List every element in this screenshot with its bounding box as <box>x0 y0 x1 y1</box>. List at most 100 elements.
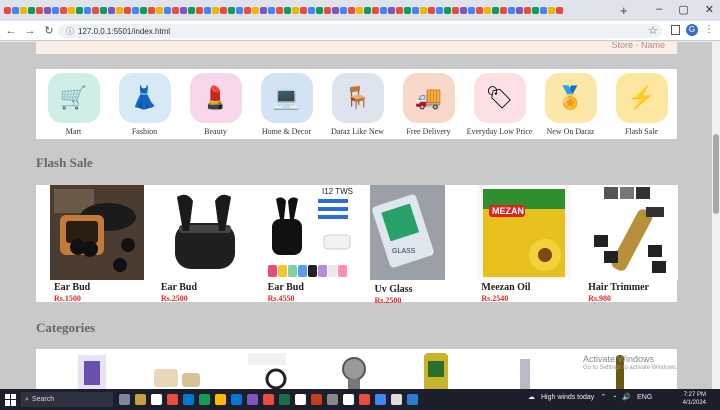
tab-favicon[interactable] <box>44 7 51 14</box>
tab-favicon[interactable] <box>308 7 315 14</box>
file-explorer-icon[interactable] <box>215 394 226 405</box>
tab-favicon[interactable] <box>188 7 195 14</box>
minimize-button[interactable]: – <box>656 3 662 16</box>
tab-favicon[interactable] <box>404 7 411 14</box>
category-item[interactable]: 🏅 New On Daraz <box>537 69 604 139</box>
tab-favicon[interactable] <box>508 7 515 14</box>
product-card[interactable]: GLASS Uv Glass Rs.2500 <box>359 185 463 305</box>
tab-favicon[interactable] <box>148 7 155 14</box>
tab-favicon[interactable] <box>556 7 563 14</box>
people-icon[interactable] <box>135 394 146 405</box>
tab-favicon[interactable] <box>396 7 403 14</box>
zoom-icon[interactable] <box>231 394 242 405</box>
new-tab-button[interactable]: + <box>620 3 628 18</box>
menu-icon[interactable]: ⋮ <box>704 24 714 35</box>
product-card[interactable]: Hair Trimmer Rs.980 <box>573 185 679 303</box>
app-icon[interactable] <box>167 394 178 405</box>
task-view-icon[interactable] <box>151 394 162 405</box>
app-icon[interactable] <box>263 394 274 405</box>
product-card[interactable]: MEZAN Meezan Oil Rs.2540 <box>466 185 572 303</box>
category-item[interactable]: 🪑 Daraz Like New <box>324 69 391 139</box>
tab-favicon[interactable] <box>372 7 379 14</box>
taskbar-search[interactable]: ⌕ Search <box>21 392 113 407</box>
tab-favicon[interactable] <box>428 7 435 14</box>
category-item[interactable]: 👗 Fashion <box>111 69 178 139</box>
close-button[interactable]: ✕ <box>705 3 714 16</box>
weather-icon[interactable]: ☁ <box>528 393 535 401</box>
tab-favicon[interactable] <box>548 7 555 14</box>
language-indicator[interactable]: ENG <box>637 394 652 401</box>
reload-button[interactable]: ↻ <box>41 24 57 37</box>
app-icon[interactable] <box>327 394 338 405</box>
tab-favicon[interactable] <box>500 7 507 14</box>
tab-favicon[interactable] <box>292 7 299 14</box>
tab-favicon[interactable] <box>108 7 115 14</box>
tab-favicon[interactable] <box>436 7 443 14</box>
category-item[interactable]: 🏷 Everyday Low Price <box>466 69 533 139</box>
tab-favicon[interactable] <box>180 7 187 14</box>
tab-favicon[interactable] <box>68 7 75 14</box>
tab-favicon[interactable] <box>364 7 371 14</box>
app-icon[interactable] <box>359 394 370 405</box>
tab-favicon[interactable] <box>388 7 395 14</box>
app-icon[interactable] <box>391 394 402 405</box>
forward-button[interactable]: → <box>22 25 38 37</box>
tab-favicon[interactable] <box>276 7 283 14</box>
edge-icon[interactable] <box>183 394 194 405</box>
taskbar-clock[interactable]: 7:27 PM 4/1/2024 <box>683 391 706 407</box>
tab-favicon[interactable] <box>260 7 267 14</box>
tab-favicon[interactable] <box>420 7 427 14</box>
category-item[interactable]: 🚚 Free Delivery <box>395 69 462 139</box>
tab-favicon[interactable] <box>124 7 131 14</box>
tab-strip[interactable] <box>4 7 563 14</box>
tab-favicon[interactable] <box>484 7 491 14</box>
tab-favicon[interactable] <box>532 7 539 14</box>
tab-favicon[interactable] <box>4 7 11 14</box>
tab-favicon[interactable] <box>324 7 331 14</box>
app-icon[interactable] <box>295 394 306 405</box>
category-item[interactable]: 🛒 Mart <box>40 69 107 139</box>
weather-text[interactable]: High winds today <box>541 394 594 401</box>
scrollbar-thumb[interactable] <box>713 134 719 214</box>
tab-favicon[interactable] <box>212 7 219 14</box>
tab-favicon[interactable] <box>52 7 59 14</box>
tab-favicon[interactable] <box>28 7 35 14</box>
tab-favicon[interactable] <box>356 7 363 14</box>
network-icon[interactable]: ◔ <box>612 394 616 401</box>
maximize-button[interactable]: ▢ <box>678 3 688 16</box>
bookmark-star-icon[interactable]: ☆ <box>648 24 658 37</box>
tab-favicon[interactable] <box>468 7 475 14</box>
tab-favicon[interactable] <box>164 7 171 14</box>
tab-favicon[interactable] <box>332 7 339 14</box>
tab-favicon[interactable] <box>92 7 99 14</box>
tray-arrow-icon[interactable]: ⌃ <box>600 393 606 401</box>
tab-favicon[interactable] <box>524 7 531 14</box>
tab-favicon[interactable] <box>452 7 459 14</box>
tab-favicon[interactable] <box>284 7 291 14</box>
chrome-active-icon[interactable] <box>375 394 386 405</box>
tab-favicon[interactable] <box>116 7 123 14</box>
back-button[interactable]: ← <box>3 25 19 37</box>
tab-favicon[interactable] <box>196 7 203 14</box>
tab-favicon[interactable] <box>244 7 251 14</box>
tab-favicon[interactable] <box>412 7 419 14</box>
tab-favicon[interactable] <box>220 7 227 14</box>
app-icon[interactable] <box>343 394 354 405</box>
tab-favicon[interactable] <box>132 7 139 14</box>
tab-favicon[interactable] <box>204 7 211 14</box>
tab-favicon[interactable] <box>492 7 499 14</box>
category-item[interactable]: 💄 Beauty <box>182 69 249 139</box>
tab-favicon[interactable] <box>380 7 387 14</box>
category-item[interactable]: 💻 Home & Decor <box>253 69 320 139</box>
tab-favicon[interactable] <box>20 7 27 14</box>
tab-favicon[interactable] <box>12 7 19 14</box>
volume-icon[interactable]: 🔊 <box>622 393 631 401</box>
product-card[interactable]: Ear Bud Rs.1500 <box>39 185 144 303</box>
sidebar-icon[interactable] <box>671 25 680 35</box>
tab-favicon[interactable] <box>516 7 523 14</box>
tab-favicon[interactable] <box>268 7 275 14</box>
page-scrollbar[interactable] <box>712 42 720 389</box>
category-item[interactable]: ⚡ Flash Sale <box>608 69 675 139</box>
excel-icon[interactable] <box>279 394 290 405</box>
tab-favicon[interactable] <box>348 7 355 14</box>
